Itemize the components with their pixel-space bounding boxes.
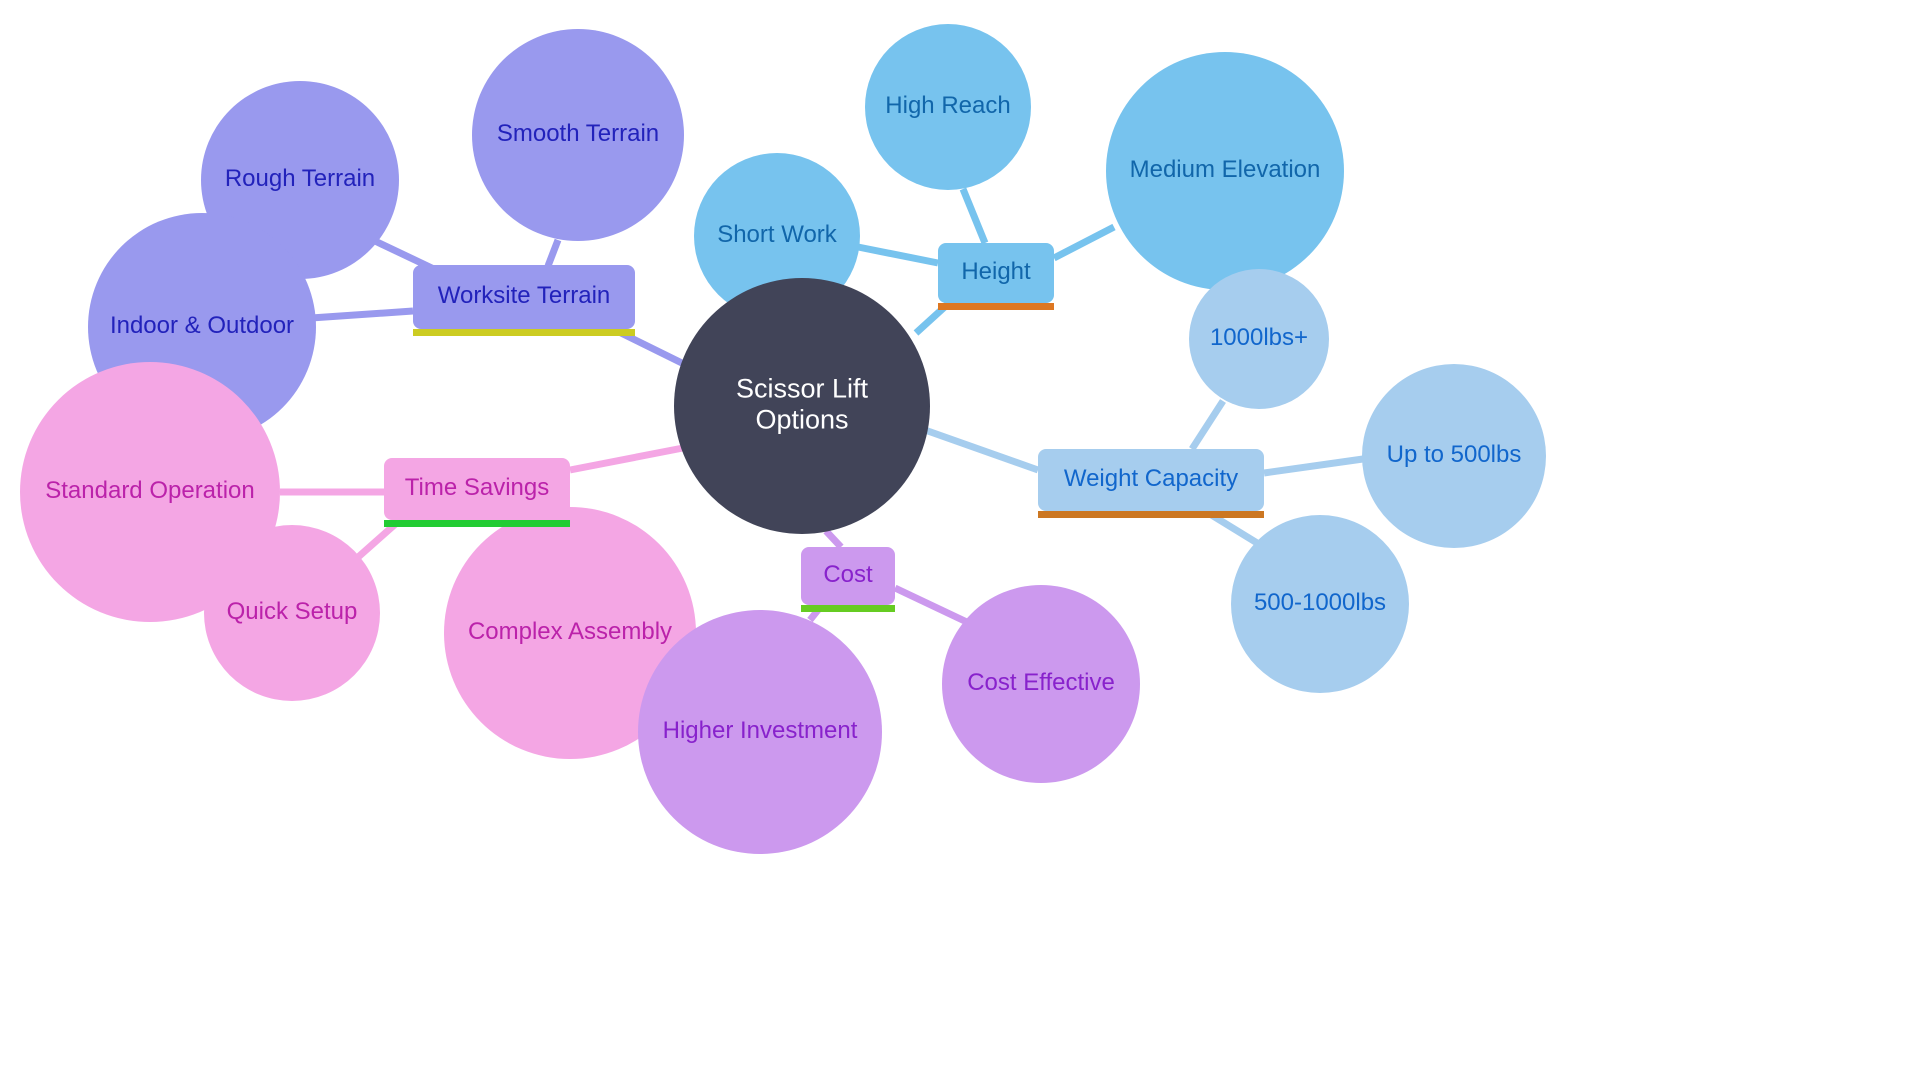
node-label-short-work: Short Work (717, 221, 838, 248)
node-medium-elevation[interactable]: Medium Elevation (1106, 52, 1344, 290)
underline-height (938, 303, 1054, 310)
edge-height-medium (1052, 223, 1116, 262)
node-label-standard-operation: Standard Operation (45, 477, 254, 504)
node-high-reach[interactable]: High Reach (865, 24, 1031, 190)
node-weight-capacity[interactable]: Weight Capacity (1038, 449, 1264, 518)
node-quick-setup[interactable]: Quick Setup (204, 525, 380, 701)
node-label-cost: Cost (823, 561, 873, 588)
node-worksite-terrain[interactable]: Worksite Terrain (413, 265, 635, 336)
node-label-complex-assembly: Complex Assembly (468, 618, 672, 645)
nodes-layer: Rough Terrain Smooth Terrain Indoor & Outd… (20, 24, 1546, 854)
node-label-indoor-outdoor: Indoor & Outdoor (110, 312, 294, 339)
node-higher-investment[interactable]: Higher Investment (638, 610, 882, 854)
node-label-up-to-500lbs: Up to 500lbs (1387, 441, 1522, 468)
node-label-cost-effective: Cost Effective (967, 669, 1115, 696)
node-label-height: Height (961, 258, 1031, 285)
edge-height-short (857, 243, 939, 267)
node-label-weight-capacity: Weight Capacity (1064, 465, 1238, 492)
underline-cost (801, 605, 895, 612)
node-cost[interactable]: Cost (801, 547, 895, 612)
mindmap-canvas: Rough Terrain Smooth Terrain Indoor & Outd… (0, 0, 1920, 1080)
node-label-high-reach: High Reach (885, 92, 1010, 119)
edge-height-highreach (959, 187, 989, 245)
edge-root-time (569, 444, 684, 474)
node-label-1000lbs-plus: 1000lbs+ (1210, 324, 1308, 351)
node-label-quick-setup: Quick Setup (227, 598, 358, 625)
node-label-medium-elevation: Medium Elevation (1130, 156, 1321, 183)
node-time-savings[interactable]: Time Savings (384, 458, 570, 527)
edge-weight-1000plus (1189, 399, 1226, 451)
node-cost-effective[interactable]: Cost Effective (942, 585, 1140, 783)
node-up-to-500lbs[interactable]: Up to 500lbs (1362, 364, 1546, 548)
underline-weight-capacity (1038, 511, 1264, 518)
underline-worksite-terrain (413, 329, 635, 336)
edge-root-cost (823, 528, 844, 550)
node-500-1000lbs[interactable]: 500-1000lbs (1231, 515, 1409, 693)
node-root[interactable]: Scissor Lift Options (674, 278, 930, 534)
underline-time-savings (384, 520, 570, 527)
mindmap-svg: Rough Terrain Smooth Terrain Indoor & Outd… (20, 24, 1546, 854)
node-label-rough-terrain: Rough Terrain (225, 165, 375, 192)
edge-worksite-smooth (544, 238, 562, 268)
edge-root-weight (923, 426, 1040, 474)
node-height[interactable]: Height (938, 243, 1054, 310)
edge-cost-effective (893, 584, 973, 628)
node-smooth-terrain[interactable]: Smooth Terrain (472, 29, 684, 241)
edge-weight-upto500 (1263, 455, 1364, 477)
edge-worksite-indoor (310, 307, 414, 322)
node-1000lbs-plus[interactable]: 1000lbs+ (1189, 269, 1329, 409)
node-label-time-savings: Time Savings (405, 474, 550, 501)
node-label-smooth-terrain: Smooth Terrain (497, 120, 659, 147)
node-label-500-1000lbs: 500-1000lbs (1254, 589, 1386, 616)
node-label-worksite-terrain: Worksite Terrain (438, 282, 611, 309)
node-label-higher-investment: Higher Investment (663, 717, 858, 744)
